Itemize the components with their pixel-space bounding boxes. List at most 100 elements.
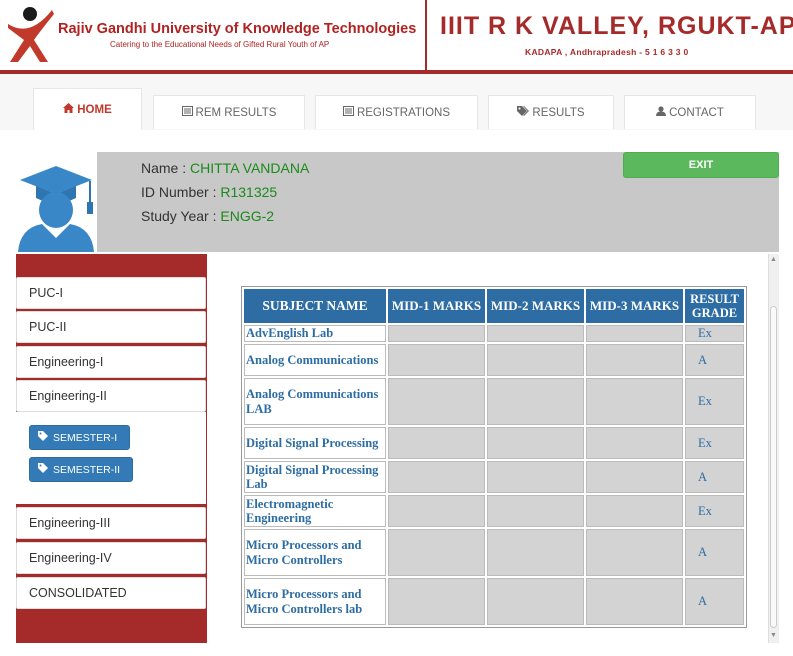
grade-cell: A [685, 578, 744, 625]
sidebar-item-consolidated[interactable]: CONSOLIDATED [16, 577, 206, 609]
subject-cell: Electromagnetic Engineering [244, 495, 386, 527]
list-icon [181, 106, 193, 119]
table-row: Micro Processors and Micro Controllers l… [244, 578, 744, 625]
id-value: R131325 [220, 184, 278, 200]
sidebar-item-puc-1[interactable]: PUC-I [16, 277, 206, 309]
subject-cell: AdvEnglish Lab [244, 325, 386, 342]
semester-1-label: SEMESTER-I [53, 431, 118, 444]
tab-registrations-label: REGISTRATIONS [356, 106, 451, 119]
grade-cell: A [685, 461, 744, 493]
semester-1-button[interactable]: SEMESTER-I [29, 425, 130, 450]
user-icon [656, 106, 667, 119]
mid1-cell [388, 578, 485, 625]
sidebar-item-engineering-3[interactable]: Engineering-III [16, 507, 206, 539]
university-logo-icon [8, 7, 54, 62]
subject-cell: Digital Signal Processing [244, 427, 386, 459]
mid3-cell [586, 461, 683, 493]
tab-results[interactable]: RESULTS [488, 95, 614, 129]
mid1-cell [388, 344, 485, 376]
grade-cell: A [685, 529, 744, 576]
name-value: CHITTA VANDANA [190, 160, 310, 176]
sidebar-item-puc-2[interactable]: PUC-II [16, 311, 206, 343]
tab-rem-results[interactable]: REM RESULTS [153, 95, 305, 129]
grade-cell: Ex [685, 427, 744, 459]
exit-button[interactable]: EXIT [623, 152, 779, 178]
grade-cell: Ex [685, 325, 744, 342]
subject-cell: Analog Communications [244, 344, 386, 376]
semester-2-button[interactable]: SEMESTER-II [29, 457, 133, 482]
col-result-grade: RESULT GRADE [685, 289, 744, 323]
site-header: Rajiv Gandhi University of Knowledge Tec… [0, 0, 793, 72]
student-year: Study Year : ENGG-2 [141, 208, 274, 224]
mid3-cell [586, 578, 683, 625]
student-name: Name : CHITTA VANDANA [141, 160, 309, 176]
sidebar-item-engineering-1[interactable]: Engineering-I [16, 346, 206, 378]
tag-icon [38, 463, 48, 476]
mid1-cell [388, 378, 485, 425]
mid2-cell [487, 495, 584, 527]
tag-icon [38, 431, 48, 444]
subject-cell: Digital Signal Processing Lab [244, 461, 386, 493]
id-label: ID Number : [141, 184, 217, 200]
mid1-cell [388, 325, 485, 342]
tab-home[interactable]: HOME [33, 88, 142, 130]
campus-address: KADAPA , Andhrapradesh - 5 1 6 3 3 0 [525, 47, 689, 57]
mid3-cell [586, 529, 683, 576]
col-subject-name: SUBJECT NAME [244, 289, 386, 323]
table-row: Digital Signal Processing Ex [244, 427, 744, 459]
university-tagline: Catering to the Educational Needs of Gif… [110, 40, 330, 49]
table-row: Analog Communications LAB Ex [244, 378, 744, 425]
mid2-cell [487, 529, 584, 576]
semester-2-label: SEMESTER-II [53, 463, 121, 476]
mid1-cell [388, 529, 485, 576]
sidebar-item-engineering-2[interactable]: Engineering-II [16, 380, 206, 412]
mid3-cell [586, 427, 683, 459]
table-row: AdvEnglish Lab Ex [244, 325, 744, 342]
subject-cell: Micro Processors and Micro Controllers l… [244, 578, 386, 625]
col-mid2-marks: MID-2 MARKS [487, 289, 584, 323]
col-mid1-marks: MID-1 MARKS [388, 289, 485, 323]
table-header-row: SUBJECT NAME MID-1 MARKS MID-2 MARKS MID… [244, 289, 744, 323]
mid1-cell [388, 461, 485, 493]
year-value: ENGG-2 [220, 208, 275, 224]
mid2-cell [487, 378, 584, 425]
table-row: Electromagnetic Engineering Ex [244, 495, 744, 527]
results-table: SUBJECT NAME MID-1 MARKS MID-2 MARKS MID… [241, 286, 747, 628]
year-label: Study Year : [141, 208, 217, 224]
tab-registrations[interactable]: REGISTRATIONS [315, 95, 478, 129]
scroll-up-icon[interactable]: ▲ [770, 256, 777, 263]
scrollbar-thumb[interactable] [770, 306, 777, 628]
mid2-cell [487, 325, 584, 342]
table-row: Digital Signal Processing Lab A [244, 461, 744, 493]
mid2-cell [487, 427, 584, 459]
name-label: Name : [141, 160, 187, 176]
mid3-cell [586, 495, 683, 527]
tab-contact-label: CONTACT [669, 106, 724, 119]
mid1-cell [388, 495, 485, 527]
tab-home-label: HOME [77, 103, 112, 116]
tab-contact[interactable]: CONTACT [624, 95, 756, 129]
student-id: ID Number : R131325 [141, 184, 277, 200]
mid3-cell [586, 344, 683, 376]
grade-cell: Ex [685, 495, 744, 527]
home-icon [63, 103, 75, 116]
mid2-cell [487, 344, 584, 376]
tags-icon [517, 106, 530, 119]
subject-cell: Analog Communications LAB [244, 378, 386, 425]
university-name: Rajiv Gandhi University of Knowledge Tec… [58, 21, 417, 37]
grade-cell: A [685, 344, 744, 376]
header-divider [425, 0, 427, 70]
sidebar-item-engineering-4[interactable]: Engineering-IV [16, 542, 206, 574]
graduate-avatar-icon [18, 166, 94, 252]
scroll-down-icon[interactable]: ▼ [770, 632, 777, 639]
tab-rem-results-label: REM RESULTS [195, 106, 277, 119]
mid2-cell [487, 578, 584, 625]
grade-cell: Ex [685, 378, 744, 425]
col-mid3-marks: MID-3 MARKS [586, 289, 683, 323]
table-row: Analog Communications A [244, 344, 744, 376]
campus-name: IIIT R K VALLEY, RGUKT-AP [440, 12, 793, 40]
mid3-cell [586, 378, 683, 425]
list-icon [342, 106, 354, 119]
subject-cell: Micro Processors and Micro Controllers [244, 529, 386, 576]
mid3-cell [586, 325, 683, 342]
